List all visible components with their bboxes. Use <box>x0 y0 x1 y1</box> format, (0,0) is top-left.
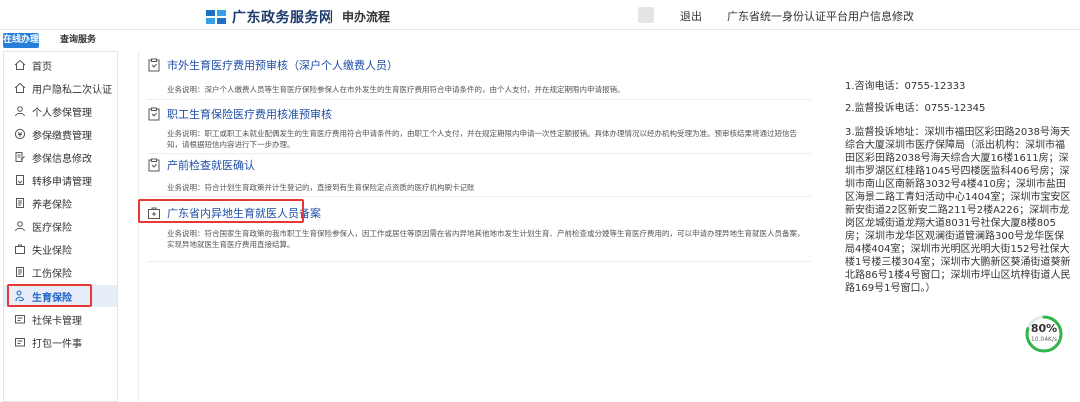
divider <box>147 261 811 262</box>
sidebar-item-label: 社保卡管理 <box>32 315 82 327</box>
clipboard-icon <box>147 107 161 121</box>
top-header: 广东政务服务网 申办流程 退出 广东省统一身份认证平台用户信息修改 <box>0 0 1080 30</box>
service-link[interactable]: 市外生育医疗费用预审核（深户个人缴费人员） <box>147 57 398 73</box>
service-desc: 业务说明：符合计划生育政策并计生登记的，直接到有生育保险定点资质的医疗机构刷卡记… <box>167 183 475 192</box>
section-title: 申办流程 <box>342 10 391 24</box>
sidebar-item-injury[interactable]: 工伤保险 <box>4 261 117 283</box>
sidebar-item-maternity[interactable]: 生育保险 <box>4 285 117 307</box>
sidebar-item-label: 失业保险 <box>32 245 72 257</box>
complaint-address: 3.监督投诉地址：深圳市福田区彩田路2038号海天综合大厦深圳市医疗保障局（派出… <box>845 127 1071 294</box>
divider <box>147 196 811 197</box>
sidebar-item-package[interactable]: 打包一件事 <box>4 331 117 353</box>
service-desc: 业务说明：深户个人缴费人员等生育医疗保险参保人在市外发生的生育医疗费用符合申请条… <box>167 85 625 94</box>
sidebar-item-info-edit[interactable]: 参保信息修改 <box>4 146 117 168</box>
clipboard-icon <box>147 158 161 172</box>
sidebar-item-unemployment[interactable]: 失业保险 <box>4 238 117 260</box>
complaint-phone: 2.监督投诉电话：0755-12345 <box>845 103 986 114</box>
sidebar-item-label: 首页 <box>32 61 52 73</box>
sidebar-item-label: 转移申请管理 <box>32 176 92 188</box>
sidebar-item-personal-insurance[interactable]: 个人参保管理 <box>4 100 117 122</box>
sidebar-item-payment[interactable]: 参保缴费管理 <box>4 123 117 145</box>
header-divider <box>330 9 331 23</box>
progress-percent: 80% <box>1030 322 1058 335</box>
service-link[interactable]: 职工生育保险医疗费用核准预审核 <box>147 106 332 122</box>
sidebar-item-label: 养老保险 <box>32 199 72 211</box>
service-link[interactable]: 产前检查就医确认 <box>147 157 255 173</box>
update-user-info-link[interactable]: 广东省统一身份认证平台用户信息修改 <box>727 8 914 24</box>
speed-badge: 80% 10.04K/s <box>1024 314 1064 354</box>
sidebar-item-pension[interactable]: 养老保险 <box>4 192 117 214</box>
home-icon <box>14 82 26 94</box>
user-avatar[interactable] <box>638 7 654 23</box>
edit-doc-icon <box>14 151 26 163</box>
site-logo[interactable]: 广东政务服务网 <box>206 7 334 27</box>
home-icon <box>14 59 26 71</box>
sidebar-item-label: 参保缴费管理 <box>32 130 92 142</box>
logo-mark-icon <box>206 10 226 24</box>
sidebar-item-privacy-auth[interactable]: 用户隐私二次认证 <box>4 77 117 99</box>
sidebar-item-label: 用户隐私二次认证 <box>32 84 112 96</box>
sidebar-item-label: 参保信息修改 <box>32 153 92 165</box>
service-list: 市外生育医疗费用预审核（深户个人缴费人员） 业务说明：深户个人缴费人员等生育医疗… <box>138 51 818 402</box>
logout-link[interactable]: 退出 <box>680 8 702 24</box>
service-link[interactable]: 广东省内异地生育就医人员备案 <box>147 205 321 221</box>
sidebar-item-home[interactable]: 首页 <box>4 54 117 76</box>
site-title: 广东政务服务网 <box>232 10 334 26</box>
person-icon <box>14 220 26 232</box>
medical-kit-icon <box>147 206 161 220</box>
doc-icon <box>14 266 26 278</box>
maternity-icon <box>14 290 26 302</box>
clipboard-icon <box>147 58 161 72</box>
service-title: 广东省内异地生育就医人员备案 <box>167 207 321 220</box>
sidebar-item-label: 工伤保险 <box>32 268 72 280</box>
consult-phone: 1.咨询电话：0755-12333 <box>845 81 966 92</box>
service-title: 市外生育医疗费用预审核（深户个人缴费人员） <box>167 59 398 72</box>
person-icon <box>14 105 26 117</box>
tab-online-service[interactable]: 在线办理 <box>3 33 39 48</box>
service-tabs: 在线办理 查询服务 <box>0 33 140 49</box>
sidebar-item-label: 医疗保险 <box>32 222 72 234</box>
sidebar-item-label: 生育保险 <box>32 292 72 304</box>
sidebar-item-transfer[interactable]: 转移申请管理 <box>4 169 117 191</box>
sidebar-item-label: 打包一件事 <box>32 338 82 350</box>
divider <box>147 99 811 100</box>
service-title: 职工生育保险医疗费用核准预审核 <box>167 108 332 121</box>
card-icon <box>14 313 26 325</box>
doc-icon <box>14 197 26 209</box>
sidebar-nav: 首页 用户隐私二次认证 个人参保管理 参保缴费管理 参保信息修改 转移申请管理 … <box>3 51 118 402</box>
network-speed: 10.04K/s <box>1030 336 1058 343</box>
sidebar-item-social-card[interactable]: 社保卡管理 <box>4 308 117 330</box>
divider <box>147 153 811 154</box>
card-icon <box>14 336 26 348</box>
service-desc: 业务说明：符合国家生育政策的我市职工生育保险参保人，因工作或居住等原因需在省内异… <box>167 229 805 249</box>
service-desc: 业务说明：职工或职工未就业配偶发生的生育医疗费用符合申请条件的，由职工个人支付，… <box>167 129 797 149</box>
service-title: 产前检查就医确认 <box>167 159 255 172</box>
briefcase-icon <box>14 243 26 255</box>
payment-icon <box>14 128 26 140</box>
sidebar-item-medical[interactable]: 医疗保险 <box>4 215 117 237</box>
tab-query-service[interactable]: 查询服务 <box>60 33 96 48</box>
sidebar-item-label: 个人参保管理 <box>32 107 92 119</box>
transfer-doc-icon <box>14 174 26 186</box>
